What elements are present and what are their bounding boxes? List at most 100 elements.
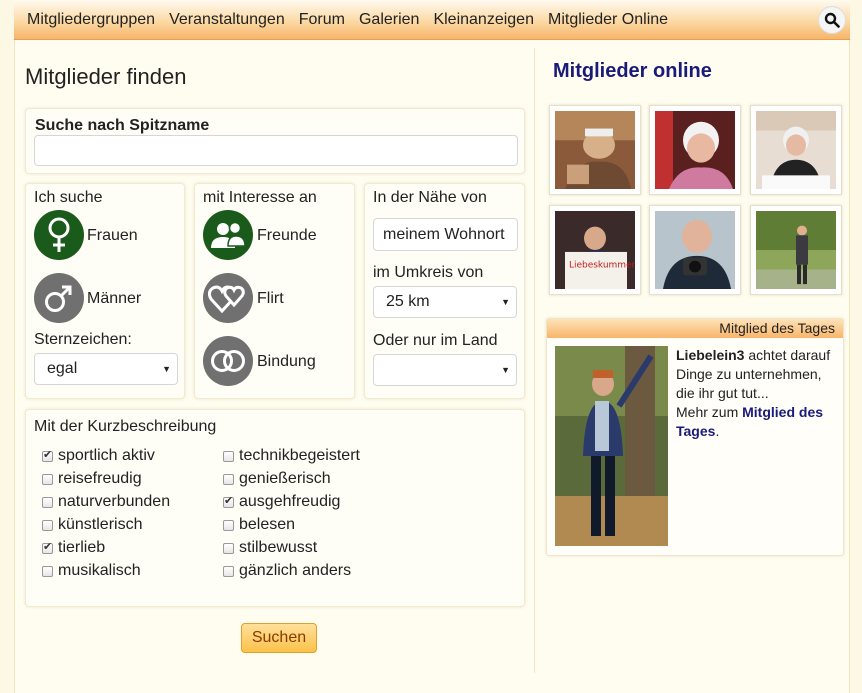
description-label: Mit der Kurzbeschreibung	[34, 418, 217, 435]
checkbox-option[interactable]: ausgehfreudig	[223, 493, 340, 511]
checkbox[interactable]	[223, 542, 234, 554]
checkbox-option[interactable]: tierlieb	[42, 539, 105, 557]
checkbox[interactable]	[42, 565, 53, 577]
male-option[interactable]	[34, 273, 84, 323]
interest-label: mit Interesse an	[203, 189, 317, 206]
more-suffix: .	[715, 423, 720, 439]
checkbox-option[interactable]: naturverbunden	[42, 493, 170, 511]
member-photo	[756, 211, 836, 289]
checkbox-label: künstlerisch	[58, 516, 143, 533]
member-photo	[655, 211, 735, 289]
checkbox[interactable]	[223, 565, 234, 577]
member-photo: Liebeskummer Dilbe	[555, 211, 661, 289]
member-of-the-day-header: Mitglied des Tages	[547, 319, 843, 338]
more-prefix: Mehr zum	[676, 404, 743, 420]
checkbox[interactable]	[223, 494, 234, 508]
rings-icon	[211, 350, 245, 372]
zodiac-select-value: egal	[47, 360, 78, 377]
dropdown-arrow-icon: ▼	[501, 365, 510, 375]
dropdown-arrow-icon: ▼	[501, 297, 510, 307]
page-title: Mitglieder finden	[25, 64, 187, 89]
checkbox[interactable]	[42, 473, 53, 485]
nav-forum[interactable]: Forum	[299, 11, 345, 29]
radius-select-value: 25 km	[386, 293, 430, 310]
hearts-icon	[208, 285, 245, 314]
nav-mitglieder-online[interactable]: Mitglieder Online	[548, 11, 668, 29]
near-input[interactable]: meinem Wohnort	[373, 218, 518, 251]
column-divider	[534, 48, 535, 673]
members-online-title: Mitglieder online	[553, 60, 712, 82]
female-symbol-icon	[48, 217, 70, 252]
radius-select[interactable]: 25 km ▼	[373, 286, 517, 318]
top-navigation: Mitgliedergruppen Veranstaltungen Forum …	[14, 0, 850, 40]
location-panel: In der Nähe von meinem Wohnort im Umkrei…	[364, 183, 525, 399]
checkbox-option[interactable]: stilbewusst	[223, 539, 317, 557]
checkbox-label: technikbegeistert	[239, 447, 360, 464]
nickname-search-panel: Suche nach Spitzname	[25, 108, 525, 174]
checkbox-option[interactable]: belesen	[223, 516, 295, 534]
interest-panel: mit Interesse an Freunde Flirt Bindung	[194, 183, 355, 399]
checkbox[interactable]	[223, 519, 234, 531]
nav-veranstaltungen[interactable]: Veranstaltungen	[169, 11, 285, 29]
member-photo	[555, 111, 635, 189]
checkbox-label: gänzlich anders	[239, 562, 352, 579]
radius-label: im Umkreis von	[373, 264, 484, 281]
online-member-thumbnail[interactable]	[649, 105, 741, 195]
friends-option-label: Freunde	[257, 227, 317, 244]
member-photo	[756, 111, 836, 189]
checkbox-option[interactable]: musikalisch	[42, 562, 141, 580]
commitment-option[interactable]	[203, 336, 253, 386]
male-symbol-icon	[45, 285, 72, 312]
online-member-thumbnail[interactable]: Liebeskummer Dilbe	[549, 205, 661, 295]
checkbox-option[interactable]: genießerisch	[223, 470, 331, 488]
flirt-option[interactable]	[203, 273, 253, 323]
checkbox-label: stilbewusst	[239, 539, 318, 556]
checkbox-option[interactable]: sportlich aktiv	[42, 447, 155, 465]
member-of-the-day-photo[interactable]	[555, 346, 668, 546]
nickname-label: Suche nach Spitzname	[35, 117, 210, 134]
member-of-the-day-panel: Mitglied des Tages Liebelein3 achtet dar…	[546, 318, 844, 556]
male-option-label: Männer	[87, 290, 142, 307]
checkbox[interactable]	[42, 496, 53, 508]
checkbox-label: musikalisch	[58, 562, 141, 579]
search-icon	[824, 12, 840, 28]
search-submit-button[interactable]: Suchen	[241, 623, 317, 653]
thumb-sign-text: Liebeskummer Dilbe	[569, 261, 635, 271]
nav-mitgliedergruppen[interactable]: Mitgliedergruppen	[27, 11, 155, 29]
checkbox-label: belesen	[239, 516, 296, 533]
member-of-the-day-text: Liebelein3 achtet darauf Dinge zu untern…	[676, 346, 841, 441]
nav-kleinanzeigen[interactable]: Kleinanzeigen	[433, 11, 534, 29]
checkbox-option[interactable]: künstlerisch	[42, 516, 142, 534]
checkbox[interactable]	[42, 519, 53, 531]
female-option[interactable]	[34, 210, 84, 260]
flirt-option-label: Flirt	[257, 290, 284, 307]
zodiac-label: Sternzeichen:	[34, 331, 132, 348]
nav-galerien[interactable]: Galerien	[359, 11, 419, 29]
checkbox-option[interactable]: technikbegeistert	[223, 447, 360, 465]
checkbox[interactable]	[42, 540, 53, 554]
online-member-thumbnail[interactable]	[750, 205, 842, 295]
nickname-input[interactable]	[34, 135, 518, 166]
checkbox-label: tierlieb	[58, 539, 106, 556]
checkbox-label: genießerisch	[239, 470, 331, 487]
checkbox-label: ausgehfreudig	[239, 493, 341, 510]
seeking-label: Ich suche	[34, 189, 103, 206]
online-member-thumbnail[interactable]	[549, 105, 641, 195]
friends-option[interactable]	[203, 210, 253, 260]
checkbox-option[interactable]: gänzlich anders	[223, 562, 351, 580]
country-select[interactable]: ▼	[373, 354, 517, 386]
online-member-thumbnail[interactable]	[750, 105, 842, 195]
checkbox-label: sportlich aktiv	[58, 447, 155, 464]
checkbox-label: reisefreudig	[58, 470, 142, 487]
zodiac-select[interactable]: egal ▼	[34, 353, 178, 385]
member-of-the-day-nickname[interactable]: Liebelein3	[676, 347, 744, 363]
dropdown-arrow-icon: ▼	[162, 364, 171, 374]
people-icon	[211, 221, 246, 248]
online-member-thumbnail[interactable]	[649, 205, 741, 295]
checkbox[interactable]	[223, 450, 234, 462]
checkbox-option[interactable]: reisefreudig	[42, 470, 142, 488]
search-button[interactable]	[818, 6, 846, 34]
checkbox[interactable]	[42, 448, 53, 462]
checkbox[interactable]	[223, 473, 234, 485]
seeking-panel: Ich suche Frauen Männer Sternzeichen: eg…	[25, 183, 185, 399]
